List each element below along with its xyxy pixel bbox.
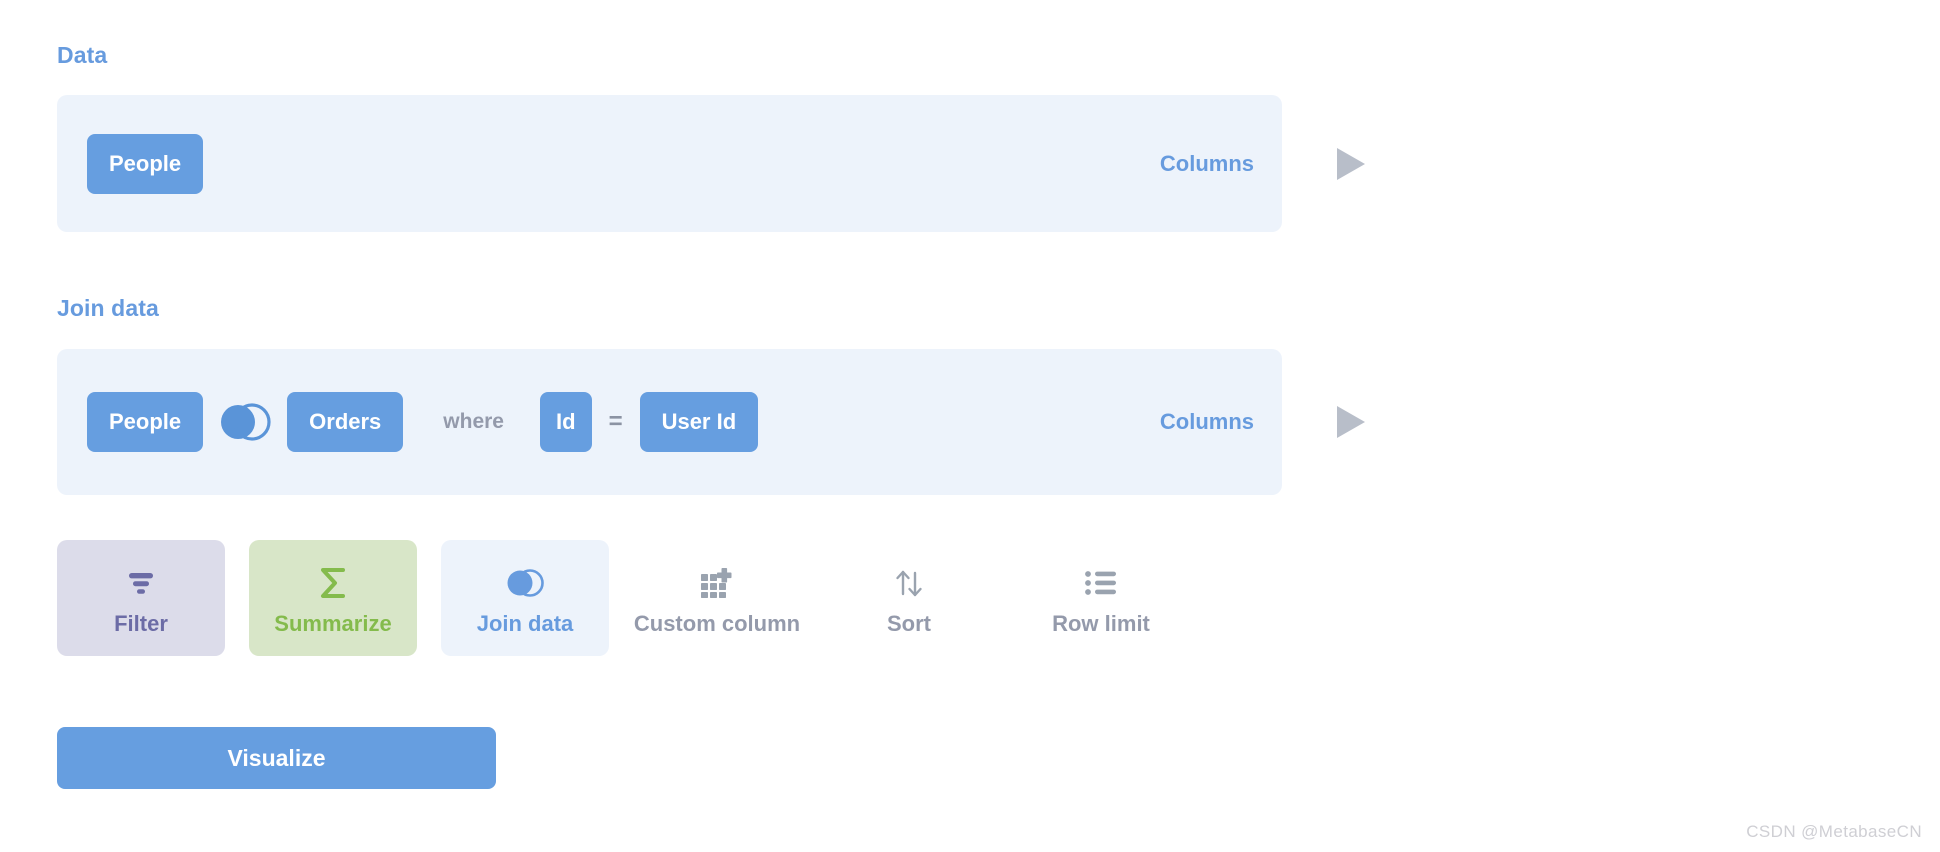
action-button-filter[interactable]: Filter [57,540,225,656]
action-button-label: Summarize [274,613,391,635]
action-button-row-limit[interactable]: Row limit [1017,540,1185,656]
join-step-panel: People Orders where Id = User Id Columns [57,349,1282,495]
bullet-list-icon [1084,561,1118,605]
action-button-custom-column[interactable]: Custom column [633,540,801,656]
action-button-join-data[interactable]: Join data [441,540,609,656]
join-columns-link[interactable]: Columns [1160,409,1254,435]
action-button-label: Custom column [634,613,800,635]
query-notebook-editor: Data People Columns Join data People Ord… [0,0,1940,852]
action-button-summarize[interactable]: Summarize [249,540,417,656]
sigma-sum-icon [316,561,350,605]
join-left-key-chip-id[interactable]: Id [540,392,592,452]
notebook-action-row: Filter Summarize Join data [57,540,1209,656]
action-button-label: Row limit [1052,613,1150,635]
join-operator-equals: = [609,410,623,434]
data-step-row: People Columns [57,95,1282,232]
join-step-row: People Orders where Id = User Id Columns [57,349,1282,495]
data-table-chip-people[interactable]: People [87,134,203,194]
join-run-play-button[interactable] [1334,404,1368,440]
action-button-label: Filter [114,613,168,635]
data-columns-link[interactable]: Columns [1160,151,1254,177]
venn-join-icon-button[interactable] [219,399,271,445]
join-right-key-chip-user-id[interactable]: User Id [640,392,759,452]
data-step-panel: People Columns [57,95,1282,232]
action-button-sort[interactable]: Sort [825,540,993,656]
venn-join-icon [219,399,271,445]
join-where-keyword: where [443,410,504,434]
data-run-play-button[interactable] [1334,146,1368,182]
grid-plus-icon [699,561,735,605]
sort-arrows-icon [891,561,927,605]
join-left-table-chip-people[interactable]: People [87,392,203,452]
visualize-button[interactable]: Visualize [57,727,496,789]
action-button-label: Join data [477,613,574,635]
venn-join-icon [504,561,546,605]
action-button-label: Sort [887,613,931,635]
filter-funnel-icon [124,561,158,605]
section-label-data: Data [57,42,107,69]
section-label-join-data: Join data [57,295,159,322]
join-right-table-chip-orders[interactable]: Orders [287,392,403,452]
watermark-text: CSDN @MetabaseCN [1746,822,1922,842]
play-triangle-icon [1334,404,1368,440]
play-triangle-icon [1334,146,1368,182]
